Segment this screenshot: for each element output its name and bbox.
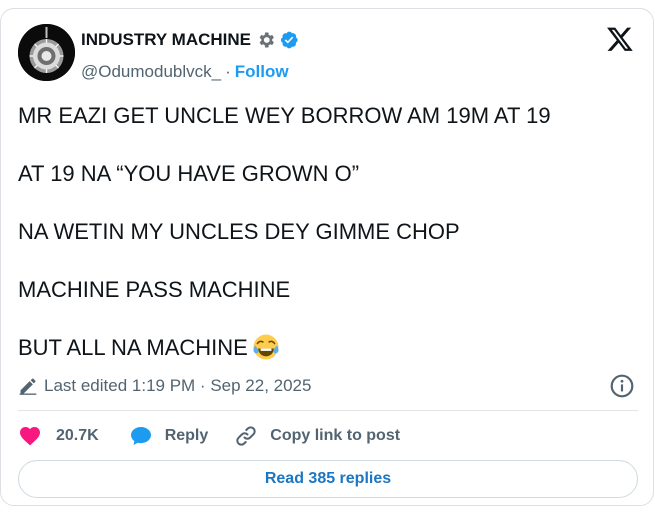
author-name-row: INDUSTRY MACHINE [81,29,299,51]
post-card: INDUSTRY MACHINE @Odumodublvck_ · Follow… [0,8,654,506]
pencil-icon [19,378,37,395]
separator-dot: · [225,62,231,81]
info-icon[interactable] [609,373,635,399]
gear-icon [259,32,274,48]
read-replies-label: Read 385 replies [264,470,392,487]
avatar-pendant-image [18,24,75,81]
verified-badge-icon[interactable] [279,30,299,50]
post-text-line: MACHINE PASS MACHINE [18,277,291,302]
divider [18,410,638,411]
heart-icon [20,427,40,446]
post-text-line: MR EAZI GET UNCLE WEY BORROW AM 19M AT 1… [18,103,551,128]
author-display-name[interactable]: INDUSTRY MACHINE [81,30,251,50]
like-count: 20.7K [56,427,99,444]
post-text: MR EAZI GET UNCLE WEY BORROW AM 19M AT 1… [18,101,638,362]
copy-link-button[interactable]: Copy link to post [234,424,400,448]
last-edited-row: Last edited 1:19 PM · Sep 22, 2025 [18,374,311,398]
last-edited-text[interactable]: Last edited 1:19 PM · Sep 22, 2025 [44,376,311,396]
reply-label: Reply [164,427,209,444]
read-replies-button[interactable]: Read 385 replies [18,460,638,498]
reply-button[interactable]: Reply [129,424,209,448]
speech-bubble-icon [130,427,151,445]
avatar[interactable] [18,24,75,81]
post-text-line: BUT ALL NA MACHINE [18,335,248,360]
copy-link-label: Copy link to post [270,427,401,444]
x-logo-icon[interactable] [605,25,635,53]
author-handle-row: @Odumodublvck_ · Follow [81,62,289,82]
follow-button[interactable]: Follow [235,62,289,82]
link-icon [236,426,256,446]
action-bar: 20.7K Reply Copy link to post [18,423,400,449]
post-text-line: NA WETIN MY UNCLES DEY GIMME CHOP [18,219,460,244]
like-button[interactable]: 20.7K [18,424,99,448]
face-with-tears-of-joy-emoji [253,334,279,360]
author-handle[interactable]: @Odumodublvck_ [81,62,221,82]
post-text-last-line: BUT ALL NA MACHINE [18,333,638,362]
post-text-line: AT 19 NA “YOU HAVE GROWN O” [18,161,360,186]
